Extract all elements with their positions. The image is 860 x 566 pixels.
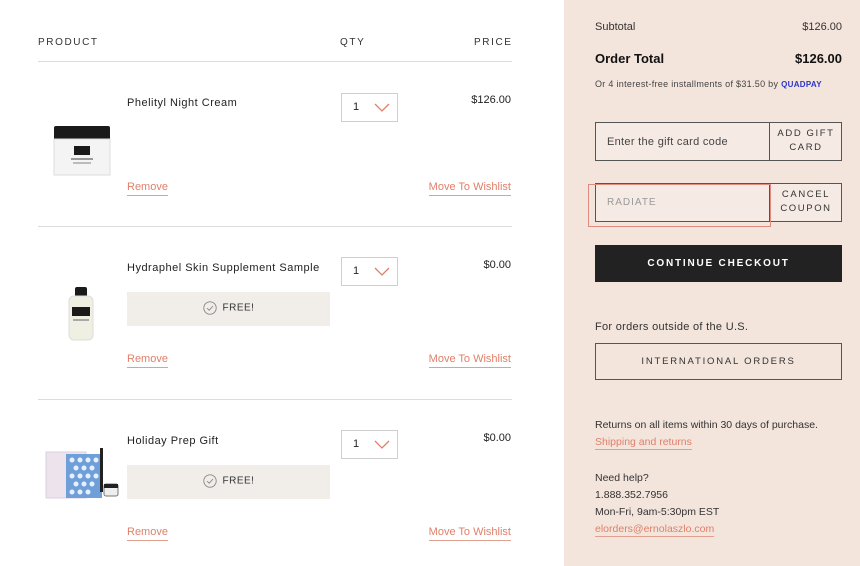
cart-panel: PRODUCT QTY PRICE Phelityl Night Cream 1…: [0, 0, 564, 566]
quadpay-logo[interactable]: QUADPAY: [781, 80, 822, 89]
coupon-highlight-box: [588, 184, 771, 227]
item-name[interactable]: Phelityl Night Cream: [127, 97, 237, 109]
free-label: FREE!: [222, 475, 255, 487]
gift-card-input[interactable]: [596, 123, 770, 160]
quantity-select[interactable]: 1: [341, 430, 398, 459]
check-circle-icon: [202, 301, 217, 315]
supplement-bottle-icon: [44, 281, 118, 351]
free-badge: FREE!: [127, 465, 330, 499]
remove-link[interactable]: Remove: [127, 353, 168, 368]
installments-text: Or 4 interest-free installments of $31.5…: [595, 79, 779, 89]
night-cream-jar-icon: [44, 122, 118, 192]
installments-note: Or 4 interest-free installments of $31.5…: [595, 79, 822, 89]
email-link[interactable]: elorders@ernolaszlo.com: [595, 523, 715, 537]
item-name[interactable]: Holiday Prep Gift: [127, 435, 219, 447]
remove-link[interactable]: Remove: [127, 526, 168, 541]
move-to-wishlist-link[interactable]: Move To Wishlist: [428, 181, 511, 196]
outside-us-text: For orders outside of the U.S.: [595, 321, 749, 333]
shipping-returns-link[interactable]: Shipping and returns: [595, 436, 692, 450]
price-column-header: PRICE: [474, 37, 513, 48]
cart-item: Phelityl Night Cream 1 $126.00 Remove Mo…: [0, 62, 564, 234]
gift-set-icon: [44, 440, 122, 510]
move-to-wishlist-link[interactable]: Move To Wishlist: [428, 526, 511, 541]
qty-column-header: QTY: [340, 37, 366, 48]
remove-link[interactable]: Remove: [127, 181, 168, 196]
chevron-down-icon: [374, 267, 390, 276]
gift-card-form: ADD GIFT CARD: [595, 122, 842, 161]
item-price: $0.00: [483, 432, 511, 444]
phone-number: 1.888.352.7956: [595, 489, 668, 501]
order-total-label: Order Total: [595, 51, 665, 66]
item-name[interactable]: Hydraphel Skin Supplement Sample: [127, 262, 320, 274]
continue-checkout-button[interactable]: CONTINUE CHECKOUT: [595, 245, 842, 282]
subtotal-value: $126.00: [802, 21, 842, 33]
product-column-header: PRODUCT: [38, 37, 99, 48]
need-help-label: Need help?: [595, 472, 649, 484]
chevron-down-icon: [374, 103, 390, 112]
check-circle-icon: [202, 474, 217, 488]
quantity-value: 1: [353, 265, 360, 277]
chevron-down-icon: [374, 440, 390, 449]
move-to-wishlist-link[interactable]: Move To Wishlist: [428, 353, 511, 368]
quantity-select[interactable]: 1: [341, 257, 398, 286]
subtotal-label: Subtotal: [595, 21, 636, 33]
quantity-value: 1: [353, 438, 360, 450]
returns-text: Returns on all items within 30 days of p…: [595, 419, 818, 431]
order-total-value: $126.00: [795, 51, 842, 66]
international-orders-button[interactable]: INTERNATIONAL ORDERS: [595, 343, 842, 380]
quantity-select[interactable]: 1: [341, 93, 398, 122]
support-hours: Mon-Fri, 9am-5:30pm EST: [595, 506, 720, 518]
order-summary-panel: Subtotal $126.00 Order Total $126.00 Or …: [564, 0, 860, 566]
cart-item: Hydraphel Skin Supplement Sample 1 $0.00…: [0, 227, 564, 399]
quantity-value: 1: [353, 101, 360, 113]
free-badge: FREE!: [127, 292, 330, 326]
item-price: $126.00: [471, 94, 511, 106]
add-gift-card-button[interactable]: ADD GIFT CARD: [769, 123, 842, 160]
item-price: $0.00: [483, 259, 511, 271]
cancel-coupon-button[interactable]: CANCEL COUPON: [769, 184, 842, 221]
free-label: FREE!: [222, 302, 255, 314]
cart-item: Holiday Prep Gift 1 $0.00 FREE! Remove M…: [0, 400, 564, 566]
